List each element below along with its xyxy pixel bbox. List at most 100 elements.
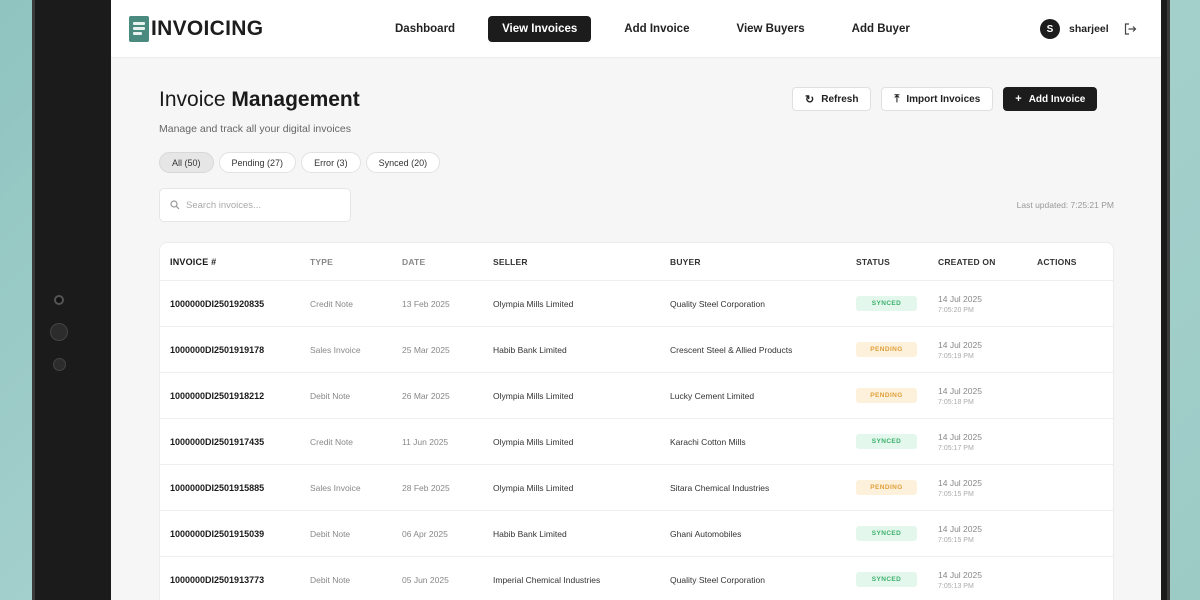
created-time: 7:05:15 PM <box>938 536 974 544</box>
invoice-date: 05 Jun 2025 <box>402 574 449 585</box>
invoice-number[interactable]: 1000000DI2501915885 <box>160 483 310 493</box>
refresh-button[interactable]: ↻ Refresh <box>792 87 872 111</box>
created-time: 7:05:18 PM <box>938 398 974 406</box>
status-badge: SYNCED <box>856 296 917 311</box>
nav-view-buyers[interactable]: View Buyers <box>722 16 818 42</box>
add-invoice-button[interactable]: + Add Invoice <box>1003 87 1098 111</box>
nav-dashboard[interactable]: Dashboard <box>381 16 469 42</box>
invoice-type: Debit Note <box>310 574 351 585</box>
created-on: 14 Jul 2025 7:05:18 PM <box>938 386 1037 406</box>
filter-chip[interactable]: Error (3) <box>301 152 361 173</box>
brand-name: INVOICING <box>151 17 264 40</box>
brand-logo[interactable]: INVOICING <box>129 16 263 42</box>
seller-name: Olympia Mills Limited <box>493 436 574 447</box>
invoice-type: Credit Note <box>310 436 353 447</box>
seller-name: Imperial Chemical Industries <box>493 574 601 585</box>
created-time: 7:05:13 PM <box>938 582 974 590</box>
table-row[interactable]: 1000000DI2501913773 Debit Note 05 Jun 2025… <box>160 557 1113 600</box>
status-badge: SYNCED <box>856 572 917 587</box>
page-title: Invoice Management <box>159 88 360 112</box>
created-on: 14 Jul 2025 7:05:20 PM <box>938 294 1037 314</box>
created-date: 14 Jul 2025 <box>938 339 982 350</box>
created-on: 14 Jul 2025 7:05:17 PM <box>938 432 1037 452</box>
status-cell: PENDING <box>856 342 938 357</box>
logout-icon[interactable] <box>1123 22 1137 36</box>
refresh-label: Refresh <box>821 93 859 105</box>
invoice-number[interactable]: 1000000DI2501919178 <box>160 345 310 355</box>
status-badge: PENDING <box>856 480 917 495</box>
invoice-number[interactable]: 1000000DI2501913773 <box>160 575 310 585</box>
buyer-name: Quality Steel Corporation <box>670 574 765 585</box>
buyer-name: Karachi Cotton Mills <box>670 436 746 447</box>
status-cell: PENDING <box>856 388 938 403</box>
buyer-name: Sitara Chemical Industries <box>670 482 770 493</box>
column-header[interactable]: TYPE <box>310 257 402 267</box>
invoice-type: Debit Note <box>310 528 351 539</box>
invoice-number[interactable]: 1000000DI2501918212 <box>160 391 310 401</box>
status-cell: SYNCED <box>856 296 938 311</box>
nav-add-buyer[interactable]: Add Buyer <box>838 16 924 42</box>
filter-chip[interactable]: Pending (27) <box>218 152 297 173</box>
table-row[interactable]: 1000000DI2501917435 Credit Note 11 Jun 202… <box>160 419 1113 465</box>
invoice-type: Sales Invoice <box>310 344 361 355</box>
status-badge: SYNCED <box>856 526 917 541</box>
last-updated: Last updated: 7:25:21 PM <box>1016 200 1114 210</box>
invoice-number[interactable]: 1000000DI2501920835 <box>160 299 310 309</box>
search-box[interactable] <box>159 188 351 222</box>
seller-name: Olympia Mills Limited <box>493 390 574 401</box>
upload-icon: ⤒ <box>894 92 900 105</box>
table-row[interactable]: 1000000DI2501915039 Debit Note 06 Apr 2025… <box>160 511 1113 557</box>
search-input[interactable] <box>186 199 336 211</box>
invoice-type: Credit Note <box>310 298 353 309</box>
invoice-date: 25 Mar 2025 <box>402 344 450 355</box>
seller-name: Olympia Mills Limited <box>493 298 574 309</box>
nav-add-invoice[interactable]: Add Invoice <box>610 16 703 42</box>
status-badge: SYNCED <box>856 434 917 449</box>
created-on: 14 Jul 2025 7:05:15 PM <box>938 478 1037 498</box>
table-body: 1000000DI2501920835 Credit Note 13 Feb 202… <box>160 281 1113 600</box>
buyer-name: Quality Steel Corporation <box>670 298 765 309</box>
nav-links: Dashboard View Invoices Add Invoice View Bu… <box>381 16 943 42</box>
table-row[interactable]: 1000000DI2501920835 Credit Note 13 Feb 202… <box>160 281 1113 327</box>
created-date: 14 Jul 2025 <box>938 569 982 580</box>
table-row[interactable]: 1000000DI2501919178 Sales Invoice 25 Mar 2… <box>160 327 1113 373</box>
column-header[interactable]: CREATED ON <box>938 257 1037 267</box>
created-date: 14 Jul 2025 <box>938 477 982 488</box>
invoice-number[interactable]: 1000000DI2501915039 <box>160 529 310 539</box>
column-header[interactable]: SELLER <box>493 257 670 267</box>
filter-chip[interactable]: Synced (20) <box>365 152 441 173</box>
table-row[interactable]: 1000000DI2501918212 Debit Note 26 Mar 2025… <box>160 373 1113 419</box>
avatar[interactable]: S <box>1040 19 1060 39</box>
table-row[interactable]: 1000000DI2501915885 Sales Invoice 28 Feb 2… <box>160 465 1113 511</box>
buyer-name: Lucky Cement Limited <box>670 390 755 401</box>
import-label: Import Invoices <box>906 93 981 105</box>
column-header[interactable]: BUYER <box>670 257 856 267</box>
column-header[interactable]: ACTIONS <box>1037 257 1107 267</box>
invoice-number[interactable]: 1000000DI2501917435 <box>160 437 310 447</box>
status-cell: SYNCED <box>856 526 938 541</box>
page-actions: ↻ Refresh ⤒ Import Invoices + Add Invoic… <box>792 87 1098 111</box>
nav-view-invoices[interactable]: View Invoices <box>488 16 592 42</box>
created-on: 14 Jul 2025 7:05:19 PM <box>938 340 1037 360</box>
invoice-type: Sales Invoice <box>310 482 361 493</box>
document-icon <box>129 16 149 42</box>
filter-chip[interactable]: All (50) <box>159 152 214 173</box>
created-time: 7:05:19 PM <box>938 352 974 360</box>
search-icon <box>170 200 180 210</box>
user-menu[interactable]: S sharjeel <box>1040 19 1109 39</box>
column-header[interactable]: STATUS <box>856 257 938 267</box>
column-header[interactable]: DATE <box>402 257 493 267</box>
invoice-date: 13 Feb 2025 <box>402 298 450 309</box>
status-cell: PENDING <box>856 480 938 495</box>
column-header[interactable]: INVOICE # <box>160 257 310 267</box>
import-invoices-button[interactable]: ⤒ Import Invoices <box>881 87 994 111</box>
device-sensor <box>53 358 66 371</box>
app-screen: INVOICING Dashboard View Invoices Add Invo… <box>111 0 1161 600</box>
add-invoice-label: Add Invoice <box>1028 93 1086 105</box>
page-title-bold: Management <box>231 88 360 111</box>
created-on: 14 Jul 2025 7:05:15 PM <box>938 524 1037 544</box>
invoice-date: 26 Mar 2025 <box>402 390 450 401</box>
device-button <box>50 323 68 341</box>
created-on: 14 Jul 2025 7:05:13 PM <box>938 570 1037 590</box>
invoice-type: Debit Note <box>310 390 351 401</box>
